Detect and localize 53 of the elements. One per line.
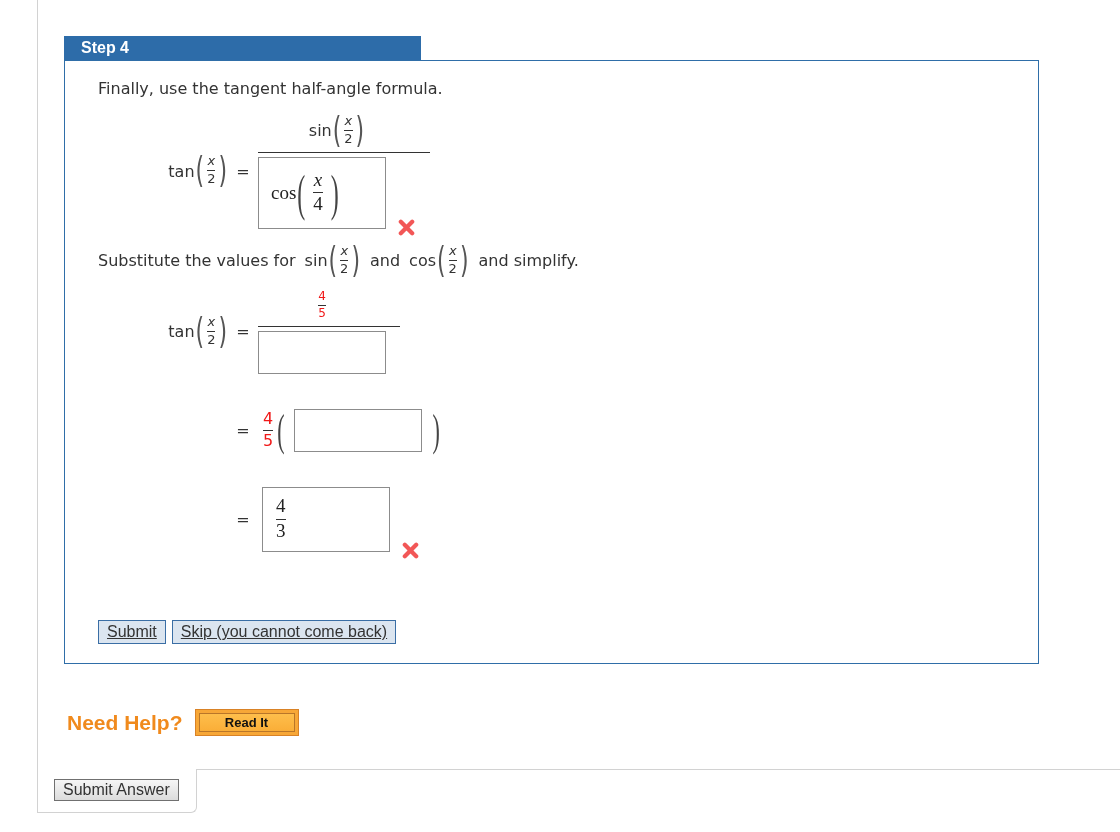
submit-answer-button[interactable]: Submit Answer <box>54 778 179 801</box>
variable: x <box>207 314 216 330</box>
answer-box[interactable] <box>258 331 386 375</box>
instruction-text: Substitute the values for <box>98 251 296 271</box>
number: 2 <box>448 261 457 278</box>
parenthesis: ( <box>195 153 205 189</box>
instruction-text: and simplify. <box>478 251 579 271</box>
equals-sign: = <box>235 510 251 529</box>
answer-box[interactable]: 4 3 <box>262 487 390 552</box>
variable: x <box>448 243 457 259</box>
number: 2 <box>207 172 216 189</box>
parenthesis: ( <box>332 113 342 149</box>
function-name: sin <box>308 121 332 141</box>
parenthesis: ( <box>437 243 446 279</box>
number: 2 <box>344 131 353 148</box>
function-name: cos <box>409 251 436 271</box>
help-heading: Need Help? <box>67 709 183 736</box>
answer-box[interactable] <box>293 409 422 453</box>
parenthesis: ) <box>351 243 360 279</box>
instruction-text: and <box>370 251 401 271</box>
number: 4 <box>313 193 323 216</box>
equals-sign: = <box>235 322 251 342</box>
function-name: tan <box>168 161 195 181</box>
parenthesis: ) <box>432 408 440 453</box>
function-name: sin <box>304 251 328 271</box>
parenthesis: ) <box>218 314 227 350</box>
number: 2 <box>340 261 349 278</box>
parenthesis: ( <box>328 243 338 279</box>
read-it-button[interactable]: Read It <box>194 708 299 736</box>
equals-sign: = <box>235 161 251 181</box>
number: 5 <box>263 432 274 452</box>
variable: x <box>340 243 349 259</box>
variable: x <box>313 169 323 191</box>
function-name: cos <box>271 181 297 204</box>
number: 4 <box>263 409 274 430</box>
parenthesis: ) <box>218 153 227 189</box>
number: 3 <box>276 521 286 543</box>
number: 4 <box>318 289 326 305</box>
number: 5 <box>318 307 326 323</box>
skip-button[interactable]: Skip (you cannot come back) <box>171 619 397 644</box>
number: 4 <box>276 496 286 518</box>
number: 2 <box>207 332 216 349</box>
instruction-text: Finally, use the tangent half-angle formula. <box>98 80 444 98</box>
parenthesis: ) <box>355 113 365 149</box>
parenthesis: ( <box>277 408 285 453</box>
submit-button[interactable]: Submit <box>98 619 166 644</box>
variable: x <box>207 154 216 170</box>
equals-sign: = <box>235 421 251 441</box>
parenthesis: ) <box>459 243 469 279</box>
function-name: tan <box>168 322 195 342</box>
parenthesis: ( <box>195 314 205 350</box>
variable: x <box>344 114 353 129</box>
step-header: Step 4 <box>64 36 421 60</box>
